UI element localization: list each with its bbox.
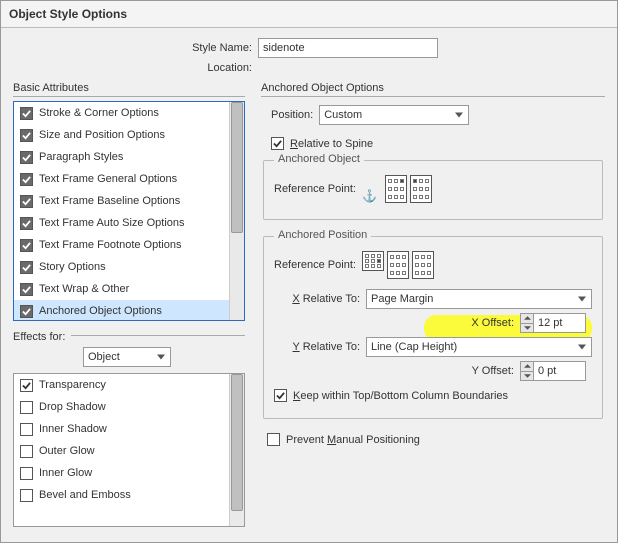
list-item-label: Stroke & Corner Options	[39, 107, 159, 119]
x-relative-select[interactable]: Page Margin	[366, 289, 592, 309]
checkbox[interactable]	[20, 423, 33, 436]
list-item-label: Text Frame General Options	[39, 173, 177, 185]
tristate-checkbox[interactable]	[20, 305, 33, 318]
list-item-label: Drop Shadow	[39, 401, 106, 413]
list-item-label: Outer Glow	[39, 445, 95, 457]
x-offset-label: X Offset:	[471, 317, 514, 329]
tristate-checkbox[interactable]	[20, 151, 33, 164]
list-item[interactable]: Inner Shadow	[14, 418, 229, 440]
tristate-checkbox[interactable]	[20, 195, 33, 208]
location-label: Location:	[180, 62, 252, 74]
reference-point-widget-1[interactable]	[385, 175, 432, 203]
list-item-label: Bevel and Emboss	[39, 489, 131, 501]
anchored-object-legend: Anchored Object	[274, 153, 364, 165]
style-name-input[interactable]	[258, 38, 438, 58]
y-offset-spinner[interactable]: 0 pt	[520, 361, 586, 381]
tristate-checkbox[interactable]	[20, 107, 33, 120]
relative-to-spine-checkbox[interactable]	[271, 137, 284, 150]
list-item-label: Text Frame Baseline Options	[39, 195, 180, 207]
tristate-checkbox[interactable]	[20, 283, 33, 296]
reference-point-label-1: Reference Point:	[274, 183, 356, 195]
y-offset-label: Y Offset:	[472, 365, 514, 377]
checkbox[interactable]	[20, 489, 33, 502]
position-label: Position:	[271, 109, 313, 121]
list-item[interactable]: Drop Shadow	[14, 396, 229, 418]
y-relative-select[interactable]: Line (Cap Height)	[366, 337, 592, 357]
list-item[interactable]: Transparency	[14, 374, 229, 396]
reference-point-widget-2[interactable]	[362, 251, 434, 279]
reference-point-label-2: Reference Point:	[274, 259, 356, 271]
tristate-checkbox[interactable]	[20, 261, 33, 274]
list-item[interactable]: Text Frame General Options	[14, 168, 229, 190]
list-item[interactable]: Text Frame Auto Size Options	[14, 212, 229, 234]
dialog-title: Object Style Options	[1, 1, 617, 28]
list-item[interactable]: Paragraph Styles	[14, 146, 229, 168]
anchored-position-legend: Anchored Position	[274, 229, 371, 241]
relative-to-spine-label: Relative to Spine	[290, 138, 373, 150]
style-name-label: Style Name:	[180, 42, 252, 54]
anchor-icon: ⚓	[362, 189, 377, 203]
keep-within-label: Keep within Top/Bottom Column Boundaries	[293, 390, 508, 402]
list-item[interactable]: Bevel and Emboss	[14, 484, 229, 506]
list-item-label: Inner Glow	[39, 467, 92, 479]
checkbox[interactable]	[20, 379, 33, 392]
prevent-manual-label: Prevent Manual Positioning	[286, 434, 420, 446]
tristate-checkbox[interactable]	[20, 173, 33, 186]
list-item[interactable]: Inner Glow	[14, 462, 229, 484]
x-offset-spinner[interactable]: 12 pt	[520, 313, 586, 333]
checkbox[interactable]	[20, 401, 33, 414]
list-item-label: Text Frame Auto Size Options	[39, 217, 185, 229]
list-item-label: Anchored Object Options	[39, 305, 162, 317]
effects-list[interactable]: Transparency Drop Shadow Inner Shadow Outer…	[13, 373, 245, 527]
list-item[interactable]: Size and Position Options	[14, 124, 229, 146]
list-item-label: Size and Position Options	[39, 129, 165, 141]
checkbox[interactable]	[20, 445, 33, 458]
checkbox[interactable]	[20, 467, 33, 480]
y-relative-label: Y Relative To:	[274, 341, 360, 353]
list-item-label: Story Options	[39, 261, 106, 273]
list-item[interactable]: Outer Glow	[14, 440, 229, 462]
list-item[interactable]: Text Frame Baseline Options	[14, 190, 229, 212]
scrollbar[interactable]	[229, 374, 244, 526]
list-item[interactable]: Stroke & Corner Options	[14, 102, 229, 124]
anchored-options-title: Anchored Object Options	[261, 82, 605, 94]
prevent-manual-checkbox[interactable]	[267, 433, 280, 446]
list-item[interactable]: Text Frame Footnote Options	[14, 234, 229, 256]
keep-within-checkbox[interactable]	[274, 389, 287, 402]
basic-attributes-title: Basic Attributes	[13, 82, 245, 94]
scrollbar[interactable]	[229, 102, 244, 320]
effects-for-select[interactable]: Object	[83, 347, 171, 367]
list-item-label: Text Wrap & Other	[39, 283, 129, 295]
list-item-label: Transparency	[39, 379, 106, 391]
tristate-checkbox[interactable]	[20, 239, 33, 252]
tristate-checkbox[interactable]	[20, 129, 33, 142]
list-item[interactable]: Text Wrap & Other	[14, 278, 229, 300]
position-select[interactable]: Custom	[319, 105, 469, 125]
basic-attributes-list[interactable]: Stroke & Corner Options Size and Position…	[13, 101, 245, 321]
list-item[interactable]: Anchored Object Options	[14, 300, 229, 320]
x-relative-label: X Relative To:	[274, 293, 360, 305]
effects-for-label: Effects for:	[13, 331, 65, 343]
list-item-label: Paragraph Styles	[39, 151, 123, 163]
list-item[interactable]: Story Options	[14, 256, 229, 278]
list-item-label: Inner Shadow	[39, 423, 107, 435]
list-item-label: Text Frame Footnote Options	[39, 239, 181, 251]
tristate-checkbox[interactable]	[20, 217, 33, 230]
